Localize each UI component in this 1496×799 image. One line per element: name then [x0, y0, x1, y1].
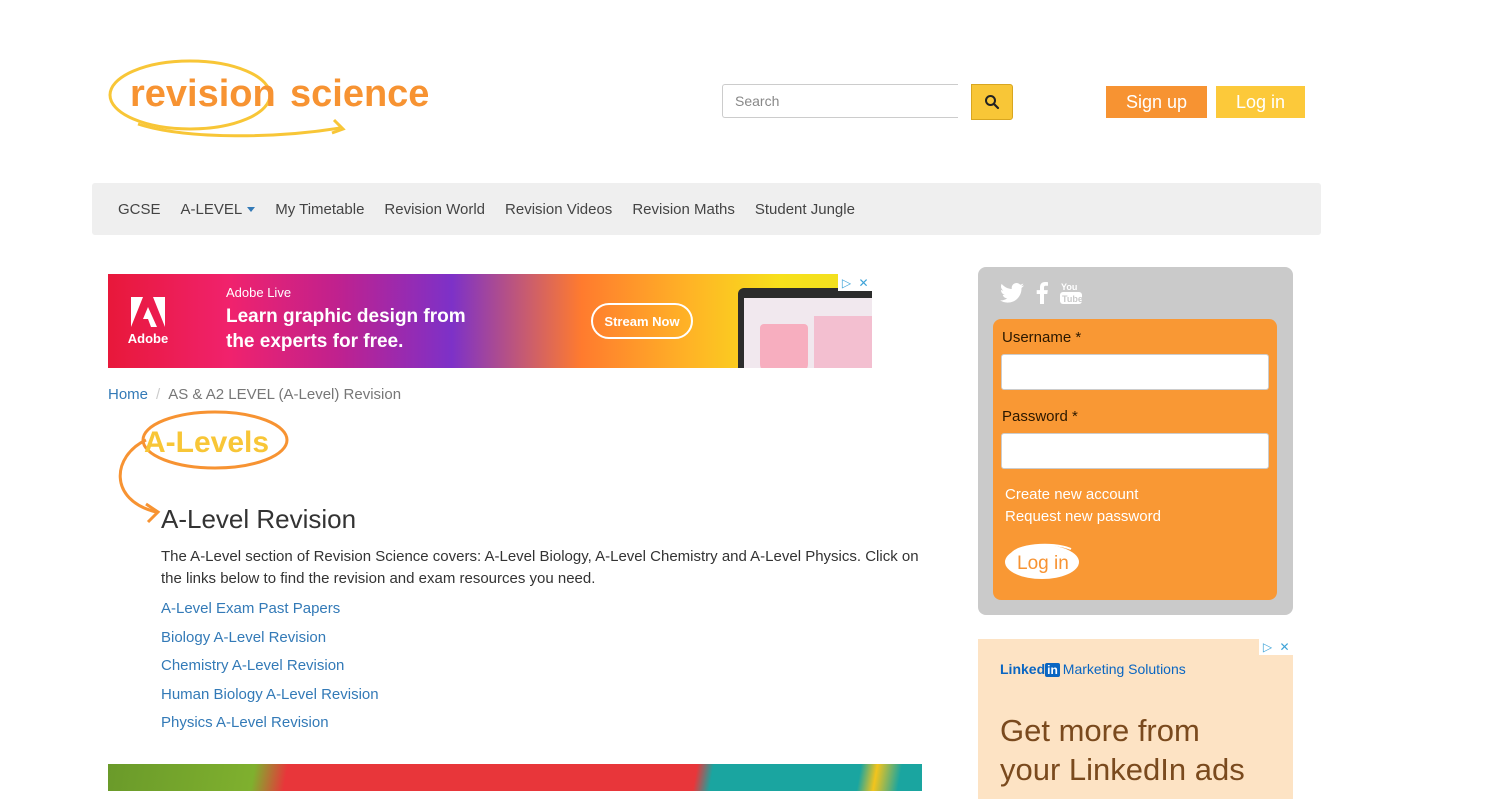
linkedin-brand-text: Linked	[1000, 661, 1046, 677]
username-field[interactable]	[1001, 354, 1269, 390]
list-item: Human Biology A-Level Revision	[161, 686, 379, 715]
link-physics-revision[interactable]: Physics A-Level Revision	[161, 714, 329, 731]
nav-item-label: GCSE	[118, 200, 161, 218]
request-password-link[interactable]: Request new password	[1005, 508, 1161, 525]
revision-links: A-Level Exam Past Papers Biology A-Level…	[161, 600, 379, 743]
adobe-logo: Adobe	[108, 274, 188, 368]
a-levels-badge-text: A-Levels	[144, 426, 269, 459]
login-button[interactable]: Log in	[1216, 86, 1305, 118]
ad-cup-image	[760, 324, 808, 368]
login-submit-button[interactable]: Log in	[1001, 541, 1083, 583]
link-chemistry-revision[interactable]: Chemistry A-Level Revision	[161, 657, 344, 674]
ad-brand-name: Adobe	[127, 330, 169, 346]
close-icon[interactable]: ✕	[855, 274, 872, 291]
adchoices-icon[interactable]: ▷	[838, 274, 855, 291]
ad-screen	[744, 298, 872, 368]
nav-item-revision-world[interactable]: Revision World	[374, 183, 495, 235]
adobe-icon	[131, 296, 165, 327]
main-navbar: GCSE A-LEVEL My Timetable Revision World…	[92, 183, 1321, 235]
ad-headline: Learn graphic design from the experts fo…	[226, 306, 466, 352]
list-item: Biology A-Level Revision	[161, 629, 379, 658]
link-human-biology-revision[interactable]: Human Biology A-Level Revision	[161, 686, 379, 703]
bottom-banner-image[interactable]	[108, 764, 922, 791]
ad-laptop-image	[738, 288, 872, 368]
logo-text-revision: revision	[130, 73, 276, 115]
nav-item-label: My Timetable	[275, 200, 365, 218]
svg-text:Tube: Tube	[1062, 294, 1082, 304]
ad-cta-button[interactable]: Stream Now	[591, 303, 693, 339]
youtube-icon[interactable]: You Tube	[1060, 281, 1082, 305]
breadcrumb: Home / AS & A2 LEVEL (A-Level) Revision	[108, 386, 401, 403]
breadcrumb-home-link[interactable]: Home	[108, 386, 148, 403]
nav-item-gcse[interactable]: GCSE	[108, 183, 171, 235]
nav-item-revision-videos[interactable]: Revision Videos	[495, 183, 622, 235]
breadcrumb-separator: /	[156, 386, 161, 403]
social-icons: You Tube	[1000, 281, 1082, 305]
breadcrumb-current: AS & A2 LEVEL (A-Level) Revision	[168, 386, 402, 403]
search-icon	[985, 95, 1000, 110]
username-label: Username *	[1002, 329, 1082, 346]
twitter-icon[interactable]	[1000, 283, 1024, 303]
nav-item-label: Student Jungle	[754, 200, 855, 218]
login-submit-label: Log in	[1017, 553, 1069, 574]
password-label: Password *	[1002, 408, 1078, 425]
link-biology-revision[interactable]: Biology A-Level Revision	[161, 629, 326, 646]
linkedin-icon: in	[1045, 663, 1060, 677]
password-field[interactable]	[1001, 433, 1269, 469]
revision-science-logo[interactable]: revision science	[108, 50, 428, 142]
login-panel: You Tube Username * Password * Create ne…	[978, 267, 1293, 615]
ad-subtitle: Adobe Live	[226, 285, 292, 300]
ad-banner[interactable]: Adobe Adobe Live Learn graphic design fr…	[108, 274, 872, 368]
facebook-icon[interactable]	[1036, 282, 1048, 304]
close-icon[interactable]: ✕	[1276, 639, 1293, 655]
nav-item-label: Revision Videos	[505, 200, 613, 218]
nav-item-label: Revision World	[384, 200, 486, 218]
nav-item-student-jungle[interactable]: Student Jungle	[745, 183, 865, 235]
search-form	[722, 84, 1013, 120]
search-button[interactable]	[971, 84, 1013, 120]
adchoices-icon[interactable]: ▷	[1259, 639, 1276, 655]
nav-item-my-timetable[interactable]: My Timetable	[265, 183, 374, 235]
svg-text:You: You	[1061, 282, 1077, 292]
create-account-link[interactable]: Create new account	[1005, 486, 1138, 503]
nav-item-label: A-LEVEL	[180, 200, 243, 218]
search-input[interactable]	[722, 84, 958, 118]
ad-choices: ▷ ✕	[838, 274, 872, 291]
signup-button[interactable]: Sign up	[1106, 86, 1207, 118]
intro-text: The A-Level section of Revision Science …	[161, 548, 919, 587]
link-exam-past-papers[interactable]: A-Level Exam Past Papers	[161, 600, 340, 617]
linkedin-ad[interactable]: Linked in Marketing Solutions Get more fro…	[978, 639, 1293, 799]
login-form: Username * Password * Create new account…	[993, 319, 1277, 600]
page-title: A-Level Revision	[161, 504, 357, 534]
headline-line: your LinkedIn ads	[1000, 752, 1245, 787]
linkedin-ad-headline: Get more from your LinkedIn ads	[1000, 711, 1245, 789]
nav-item-revision-maths[interactable]: Revision Maths	[622, 183, 745, 235]
nav-item-label: Revision Maths	[632, 200, 735, 218]
list-item: Physics A-Level Revision	[161, 714, 379, 743]
linkedin-brand: Linked in Marketing Solutions	[1000, 661, 1186, 677]
logo-text-science: science	[290, 73, 428, 115]
caret-down-icon	[247, 206, 256, 212]
list-item: A-Level Exam Past Papers	[161, 600, 379, 629]
headline-line: Get more from	[1000, 713, 1200, 748]
ad-choices: ▷ ✕	[1259, 639, 1293, 655]
list-item: Chemistry A-Level Revision	[161, 657, 379, 686]
ad-product-image	[814, 316, 872, 368]
linkedin-brand-suffix: Marketing Solutions	[1062, 661, 1186, 677]
nav-item-a-level[interactable]: A-LEVEL	[171, 183, 266, 235]
